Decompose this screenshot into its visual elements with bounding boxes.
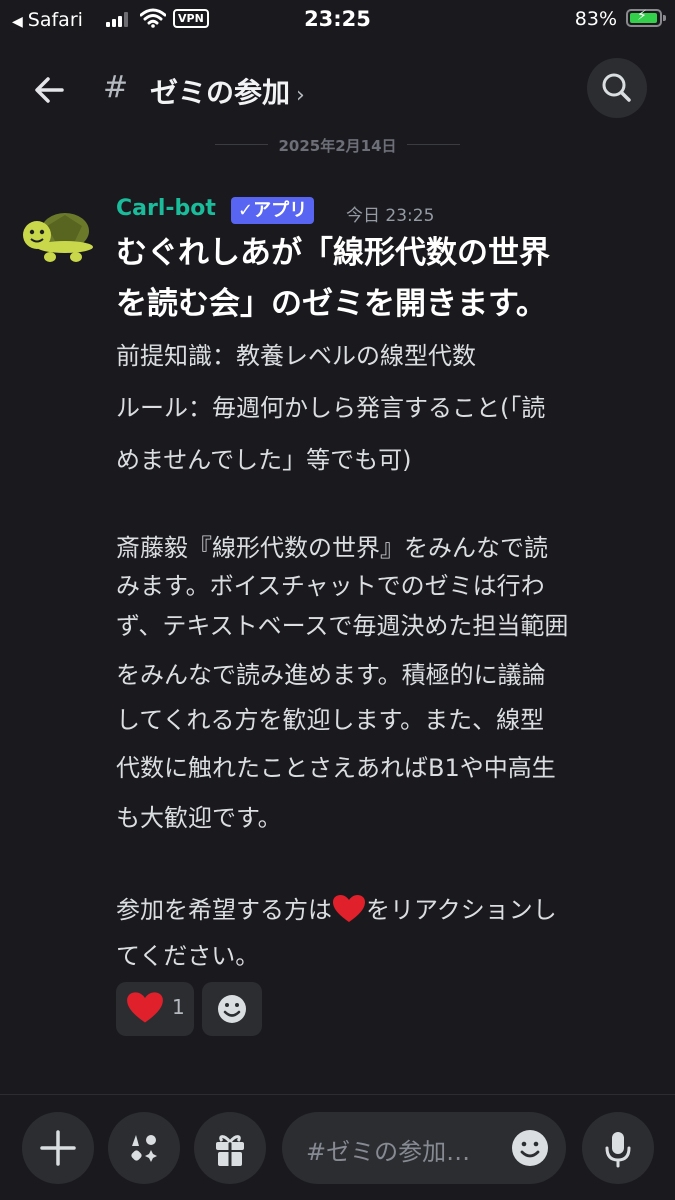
plus-icon — [40, 1130, 76, 1166]
gift-icon — [216, 1135, 244, 1166]
body-line: 前提知識：教養レベルの線型代数 — [116, 342, 476, 370]
heart-emoji-icon — [127, 992, 163, 1023]
microphone-icon — [605, 1132, 631, 1168]
app-badge: ✓アプリ — [231, 197, 315, 224]
smiley-icon — [218, 995, 246, 1023]
body-line: てください。 — [116, 942, 260, 970]
heart-reaction-button[interactable]: 1 — [116, 982, 194, 1036]
turtle-avatar[interactable] — [20, 205, 95, 265]
date-separator: 2025年2月14日 — [0, 133, 675, 155]
body-line: してくれる方を歓迎します。また、線型 — [116, 706, 545, 734]
channel-hash-icon: # — [103, 70, 129, 105]
channel-header: # ゼミの参加 › — [0, 44, 675, 136]
channel-title[interactable]: ゼミの参加 › — [150, 71, 305, 111]
message-input-placeholder: #ゼミの参加… — [306, 1138, 471, 1166]
heart-emoji-icon — [333, 895, 365, 922]
clock: 23:25 — [304, 7, 371, 31]
battery-percent: 83% — [574, 8, 617, 30]
battery-icon: ⚡ — [626, 8, 666, 27]
body-text: 参加を希望する方は — [116, 896, 332, 924]
body-line: ず、テキストベースで毎週決めた担当範囲 — [116, 612, 569, 640]
chevron-right-icon: › — [296, 83, 305, 108]
message-timestamp: 今日 23:25 — [346, 206, 435, 226]
add-attachment-button[interactable] — [22, 1112, 94, 1184]
body-text: をリアクションし — [366, 896, 557, 924]
search-button[interactable] — [587, 58, 647, 118]
author-name[interactable]: Carl-bot — [116, 196, 216, 221]
body-line: 代数に触れたことさえあればB1や中高生 — [116, 754, 556, 782]
message-input[interactable]: #ゼミの参加… — [282, 1112, 566, 1184]
body-line: をみんなで読み進めます。積極的に議論 — [116, 661, 546, 689]
reaction-count: 1 — [172, 995, 185, 1019]
channel-name: ゼミの参加 — [150, 76, 291, 109]
smiley-icon[interactable] — [510, 1128, 550, 1168]
heading-line: を読む会」のゼミを開きます。 — [116, 286, 547, 322]
status-bar: ◀ Safari VPN 23:25 83% ⚡ — [0, 0, 675, 38]
body-line: 斎藤毅『線形代数の世界』をみんなで読 — [116, 534, 548, 562]
date-separator-text: 2025年2月14日 — [268, 137, 407, 155]
apps-icon — [131, 1135, 157, 1162]
body-line: も大歓迎です。 — [116, 804, 282, 832]
apps-button[interactable] — [108, 1112, 180, 1184]
body-line: めませんでした」等でも可) — [116, 446, 412, 474]
body-line: ルール：毎週何かしら発言すること(「読 — [116, 394, 546, 422]
body-line: みます。ボイスチャットでのゼミは行わ — [116, 572, 545, 600]
arrow-left-icon[interactable] — [28, 68, 72, 112]
add-reaction-button[interactable] — [202, 982, 262, 1036]
search-icon — [602, 73, 631, 102]
voice-message-button[interactable] — [582, 1112, 654, 1184]
message-heading: むぐれしあが「線形代数の世界 を読む会」のゼミを開きます。 — [116, 228, 656, 330]
body-line-with-emoji: 参加を希望する方は をリアクションし — [116, 890, 666, 930]
heading-line: むぐれしあが「線形代数の世界 — [116, 235, 550, 271]
gift-button[interactable] — [194, 1112, 266, 1184]
